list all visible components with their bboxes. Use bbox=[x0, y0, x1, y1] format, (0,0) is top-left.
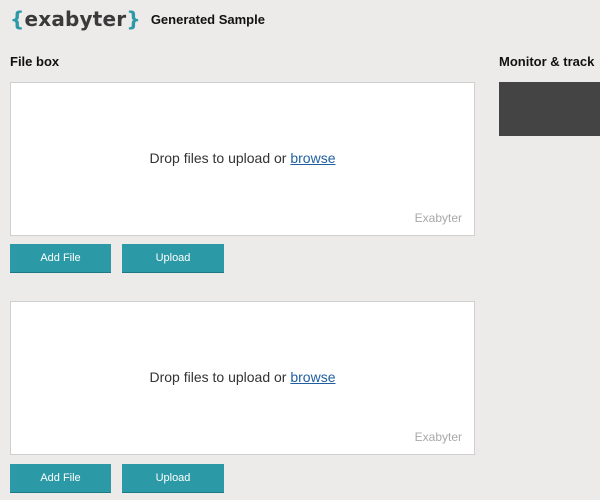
browse-link[interactable]: browse bbox=[290, 369, 335, 385]
drop-instructions: Drop files to upload or bbox=[149, 150, 291, 166]
exabyter-watermark: Exabyter bbox=[414, 211, 462, 225]
logo-close-brace: } bbox=[126, 7, 141, 31]
exabyter-watermark: Exabyter bbox=[414, 430, 462, 444]
file-drop-zone[interactable]: Drop files to upload or browse Exabyter bbox=[10, 82, 475, 236]
drop-zone-text: Drop files to upload or browse bbox=[11, 369, 474, 385]
upload-button[interactable]: Upload bbox=[122, 244, 224, 272]
page-title: Generated Sample bbox=[150, 11, 265, 27]
upload-button[interactable]: Upload bbox=[122, 464, 224, 492]
app-header: {exabyter} Generated Sample bbox=[10, 6, 265, 32]
monitor-track-panel bbox=[499, 82, 600, 136]
add-file-button[interactable]: Add File bbox=[10, 244, 111, 272]
drop-zone-text: Drop files to upload or browse bbox=[11, 150, 474, 166]
file-drop-zone[interactable]: Drop files to upload or browse Exabyter bbox=[10, 301, 475, 455]
monitor-track-heading: Monitor & track bbox=[499, 54, 595, 69]
file-box-heading: File box bbox=[10, 54, 60, 69]
exabyter-logo[interactable]: {exabyter} bbox=[10, 6, 141, 32]
drop-instructions: Drop files to upload or bbox=[149, 369, 291, 385]
add-file-button[interactable]: Add File bbox=[10, 464, 111, 492]
logo-word: exabyter bbox=[24, 7, 127, 31]
logo-open-brace: { bbox=[10, 7, 25, 31]
browse-link[interactable]: browse bbox=[290, 150, 335, 166]
